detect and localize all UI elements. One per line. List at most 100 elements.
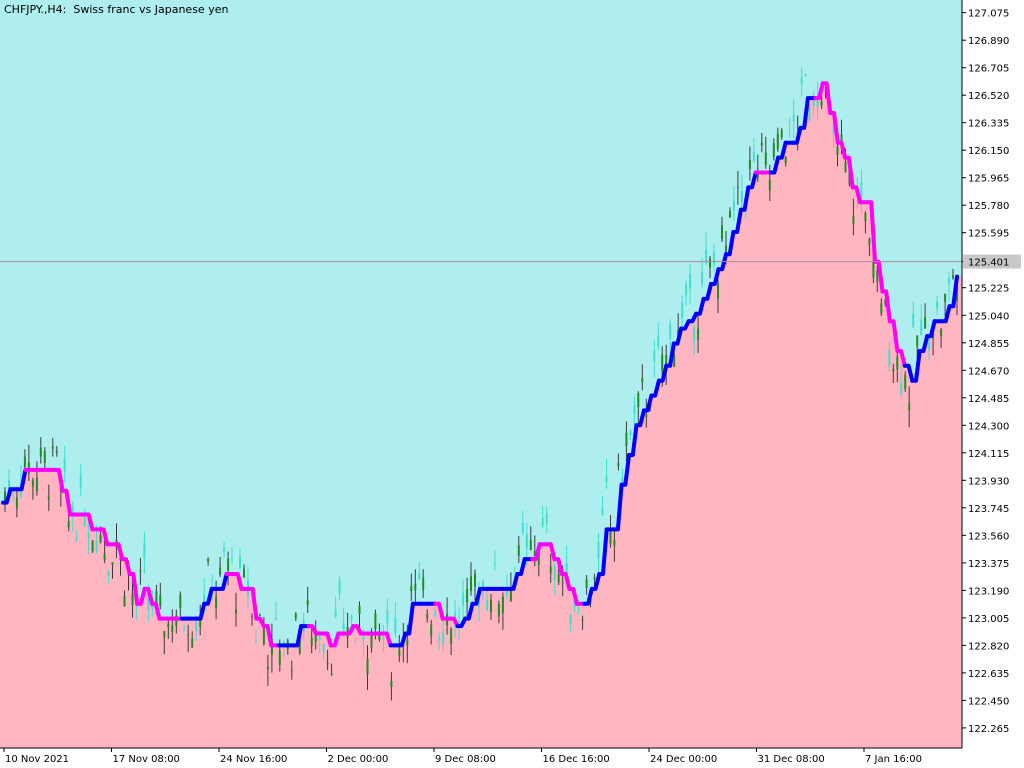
candle-body [549, 566, 552, 574]
candle-body [645, 414, 648, 417]
candle-body [820, 101, 823, 106]
candle-body [330, 673, 333, 676]
candle-body [493, 563, 496, 565]
candle-body [657, 336, 660, 347]
candle-body [482, 581, 484, 588]
candle-body [808, 107, 811, 121]
candle-body [95, 540, 98, 551]
candle-body [278, 650, 281, 665]
candle-body [350, 615, 353, 621]
candle-body [784, 157, 787, 164]
candle-body [764, 152, 767, 165]
candle-body [521, 523, 524, 533]
candle-body [713, 252, 715, 265]
time-tick-label: 2 Dec 00:00 [328, 754, 389, 765]
candle [91, 540, 94, 553]
candle-body [748, 160, 751, 169]
candle-body [900, 381, 903, 395]
candle-body [466, 589, 469, 603]
candle-body [274, 617, 277, 621]
candle-body [653, 350, 656, 362]
candle-body [685, 284, 688, 296]
candle-body [740, 190, 743, 203]
candle-body [912, 313, 915, 328]
candle-body [633, 405, 636, 414]
candle-body [99, 535, 102, 543]
candle-body [39, 447, 42, 457]
candle-body [557, 573, 560, 582]
candle-body [450, 629, 453, 644]
candle-body [916, 336, 919, 347]
time-tick-label: 31 Dec 08:00 [758, 754, 825, 765]
candle-body [390, 681, 393, 687]
price-tick-label: 122.450 [968, 696, 1009, 707]
candle-body [342, 623, 345, 630]
current-price-value: 125.401 [968, 258, 1009, 269]
price-tick-label: 122.265 [968, 724, 1009, 735]
candle-body [888, 350, 891, 366]
candle-body [290, 670, 293, 672]
candle-body [358, 605, 361, 614]
candle-body [792, 114, 795, 122]
candle-body [872, 262, 875, 278]
candle-body [681, 302, 684, 318]
candle-body [354, 641, 357, 643]
candle-body [772, 143, 775, 158]
candle-body [896, 356, 899, 370]
candle-body [338, 580, 341, 595]
candle-body [326, 662, 329, 665]
candle-body [880, 303, 883, 314]
candle-body [944, 293, 947, 302]
candle-body [525, 534, 528, 549]
candle-body [776, 133, 779, 150]
candle-body [721, 225, 723, 240]
candle-body [836, 146, 839, 155]
candle-body [517, 545, 520, 556]
candle [808, 105, 811, 122]
candle-body [442, 632, 445, 644]
candle-body [697, 328, 700, 340]
candle-body [613, 540, 616, 546]
candle-body [382, 637, 385, 640]
candle-body [251, 616, 253, 618]
candle-body [91, 540, 94, 552]
candle-body [55, 450, 58, 453]
candle-body [334, 610, 337, 617]
candle-body [235, 609, 237, 614]
candle-body [924, 317, 927, 328]
candle-body [374, 613, 377, 630]
candle-body [693, 327, 696, 343]
candle-body [605, 475, 608, 483]
candle-body [410, 586, 413, 592]
time-tick-label: 24 Nov 16:00 [220, 754, 287, 765]
candle-body [51, 446, 54, 449]
candle-body [434, 610, 437, 617]
candle-body [262, 627, 265, 645]
candle-body [458, 620, 461, 624]
candle-body [864, 213, 867, 221]
candle-body [617, 463, 620, 466]
candle-body [227, 558, 230, 571]
candle-body [625, 432, 628, 447]
candle-body [593, 577, 596, 579]
candle-body [868, 238, 871, 246]
price-tick-label: 124.485 [968, 394, 1009, 405]
price-chart: 127.075 126.890 126.705 126.520 126.335 126.1… [0, 0, 1024, 768]
candle-body [948, 278, 950, 284]
candle-body [529, 539, 532, 550]
price-tick-label: 127.075 [968, 9, 1009, 20]
time-tick-label: 7 Jan 16:00 [865, 754, 922, 765]
candle-body [780, 130, 783, 137]
candle-body [103, 553, 106, 561]
candle-body [904, 374, 907, 390]
candle-body [553, 566, 556, 580]
candle-body [892, 368, 895, 372]
price-tick-label: 123.005 [968, 614, 1009, 625]
candle-body [366, 658, 369, 675]
time-tick-label: 17 Nov 08:00 [113, 754, 180, 765]
candle-body [111, 562, 114, 566]
candle-body [569, 614, 572, 625]
candle-body [31, 480, 34, 486]
candle-body [239, 556, 241, 568]
price-tick-label: 125.965 [968, 174, 1009, 185]
